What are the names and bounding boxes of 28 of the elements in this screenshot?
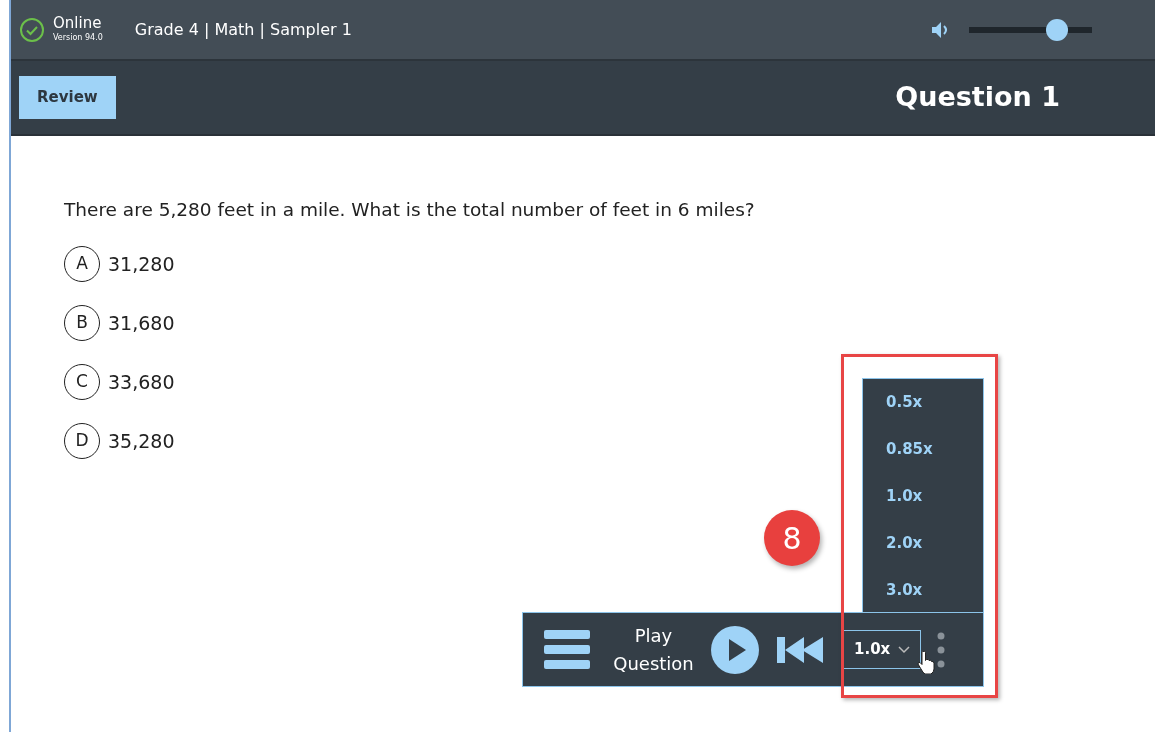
option-letter-button[interactable]: D — [64, 422, 100, 459]
version-label: Version 94.0 — [53, 31, 103, 44]
hand-cursor-icon — [916, 650, 936, 674]
slider-thumb[interactable] — [1045, 18, 1068, 41]
option-text: 35,280 — [108, 428, 175, 454]
play-icon[interactable] — [711, 625, 759, 674]
speed-option[interactable]: 3.0x — [863, 567, 983, 614]
speed-option[interactable]: 0.85x — [863, 426, 983, 473]
option-text: 31,680 — [108, 310, 175, 336]
chevron-icon — [898, 645, 911, 654]
more-icon[interactable] — [937, 631, 946, 668]
speed-option[interactable]: 0.5x — [863, 379, 983, 426]
option-text: 31,280 — [108, 251, 175, 277]
callout-number: 8 — [764, 510, 820, 566]
speed-option[interactable]: 2.0x — [863, 520, 983, 567]
option-letter-button[interactable]: A — [64, 245, 100, 282]
test-title: Grade 4 | Math | Sampler 1 — [134, 18, 352, 41]
review-button[interactable]: Review — [19, 76, 116, 119]
menu-icon[interactable] — [544, 628, 590, 671]
option-letter-button[interactable]: B — [64, 304, 100, 341]
play-question-label: Play Question — [612, 623, 695, 676]
rewind-icon[interactable] — [777, 636, 823, 663]
status-label: Online — [53, 15, 103, 32]
question-title: Question 1 — [895, 80, 1060, 115]
speed-option[interactable]: 1.0x — [863, 473, 983, 520]
question-text: There are 5,280 feet in a mile. What is the total number of feet in 6 miles? — [64, 198, 756, 222]
option-text: 33,680 — [108, 369, 175, 395]
option-letter-button[interactable]: C — [64, 363, 100, 400]
